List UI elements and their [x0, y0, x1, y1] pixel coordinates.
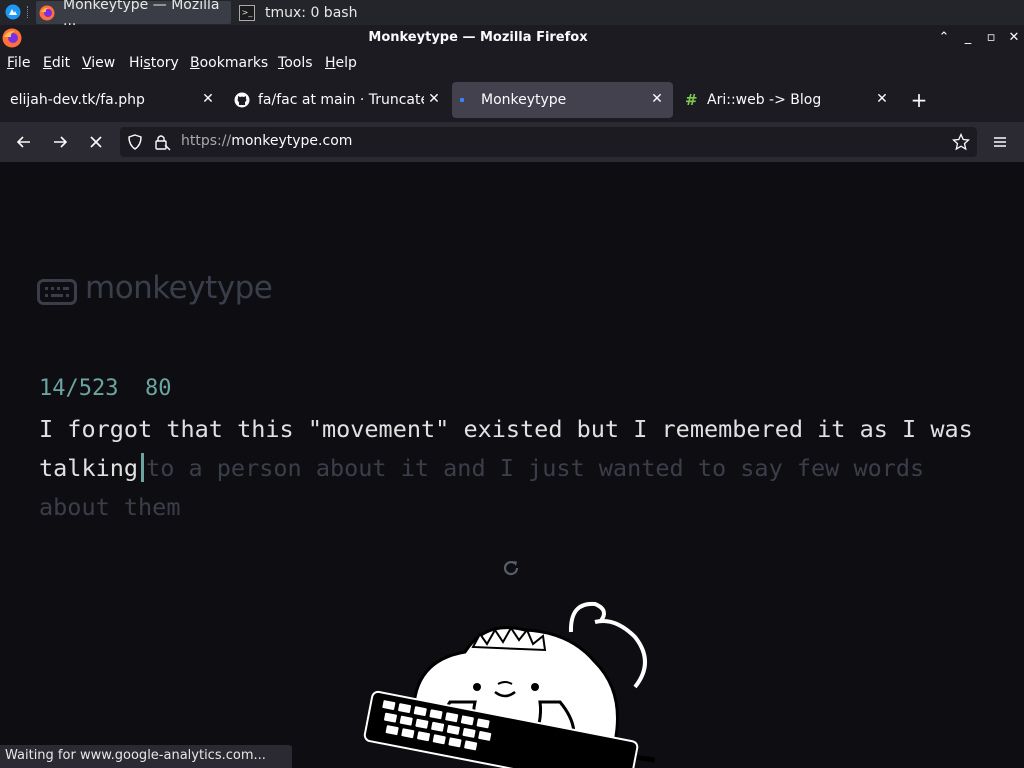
- taskbar-task-firefox[interactable]: Monkeytype — Mozilla ...: [36, 0, 231, 29]
- typed-text: I forgot that this "movement" existed bu…: [39, 415, 973, 443]
- terminal-icon: >_: [239, 4, 255, 21]
- menu-history[interactable]: History: [129, 55, 179, 71]
- status-panel: Waiting for www.google-analytics.com...: [0, 745, 292, 768]
- taskbar-task-label: tmux: 0 bash: [265, 4, 358, 21]
- back-arrow-icon: [16, 136, 30, 148]
- tab-label: fa/fac at main · Truncated: [258, 92, 424, 108]
- tab-close-icon[interactable]: ✕: [200, 91, 216, 107]
- test-stats: 14/523 80: [39, 376, 171, 401]
- url-text[interactable]: https://monkeytype.com: [181, 133, 352, 149]
- new-tab-button[interactable]: +: [907, 88, 931, 112]
- window-title: Monkeytype — Mozilla Firefox: [368, 30, 588, 45]
- site-logo-text[interactable]: monkeytype: [85, 270, 273, 306]
- page-content: monkeytype 14/523 80 I forgot that this …: [0, 162, 1024, 768]
- tab-close-icon[interactable]: ✕: [874, 91, 890, 107]
- firefox-icon: [39, 5, 55, 21]
- tab-monkeytype[interactable]: Monkeytype ✕: [452, 82, 673, 118]
- forward-arrow-icon: [54, 136, 68, 148]
- menu-tools[interactable]: Tools: [278, 55, 313, 71]
- word-progress: 14/523: [39, 376, 119, 401]
- tab-close-icon[interactable]: ✕: [426, 91, 442, 107]
- window-titlebar[interactable]: Monkeytype — Mozilla Firefox ⌃ _ ▫ ✕: [0, 25, 1024, 51]
- stop-icon: [90, 136, 102, 148]
- lock-icon[interactable]: [153, 133, 171, 151]
- taskbar-separator: [27, 6, 30, 18]
- url-bar[interactable]: https://monkeytype.com: [120, 127, 977, 157]
- tab-label: Ari::web -> Blog: [707, 92, 822, 108]
- restart-icon[interactable]: [502, 559, 520, 577]
- live-wpm: 80: [144, 376, 172, 401]
- window-maximize-button[interactable]: ▫: [982, 29, 1000, 47]
- app-menu-button[interactable]: [988, 130, 1012, 154]
- loading-dot-icon: [460, 98, 464, 102]
- tab-close-icon[interactable]: ✕: [649, 91, 665, 107]
- keyboard-logo-icon[interactable]: [37, 279, 77, 305]
- status-text: Waiting for www.google-analytics.com...: [5, 748, 266, 763]
- menu-bar: File Edit View History Bookmarks Tools H…: [0, 51, 1024, 78]
- typing-caret: [141, 453, 145, 482]
- forward-button[interactable]: [48, 130, 72, 154]
- bookmark-star-icon[interactable]: [951, 132, 971, 151]
- typing-words[interactable]: I forgot that this "movement" existed bu…: [39, 410, 999, 527]
- menu-edit[interactable]: Edit: [43, 55, 70, 71]
- menu-file[interactable]: File: [7, 55, 30, 71]
- tab-elijah-dev[interactable]: elijah-dev.tk/fa.php ✕: [0, 82, 224, 118]
- tab-label: elijah-dev.tk/fa.php: [10, 92, 145, 108]
- window-shade-button[interactable]: ⌃: [935, 29, 953, 47]
- hash-icon: #: [685, 91, 698, 109]
- tab-strip: elijah-dev.tk/fa.php ✕ fa/fac at main · …: [0, 78, 1024, 122]
- untyped-text: to a person about it and I just wanted t…: [39, 454, 925, 521]
- shield-icon[interactable]: [127, 134, 143, 150]
- current-word: talking: [39, 454, 139, 482]
- hamburger-menu-icon: [994, 137, 1006, 147]
- taskbar-task-terminal[interactable]: >_ tmux: 0 bash: [236, 1, 434, 24]
- monkey-illustration: [355, 592, 675, 768]
- tab-github[interactable]: fa/fac at main · Truncated ✕: [226, 82, 450, 118]
- stop-button[interactable]: [84, 130, 108, 154]
- app-launcher-icon[interactable]: [5, 4, 21, 20]
- window-minimize-button[interactable]: _: [959, 29, 977, 47]
- back-button[interactable]: [12, 130, 36, 154]
- window-close-button[interactable]: ✕: [1005, 29, 1023, 47]
- menu-help[interactable]: Help: [325, 55, 357, 71]
- system-taskbar: Monkeytype — Mozilla ... >_ tmux: 0 bash: [0, 0, 1024, 29]
- tab-ari-web[interactable]: # Ari::web -> Blog ✕: [675, 82, 898, 118]
- menu-bookmarks[interactable]: Bookmarks: [190, 55, 268, 71]
- tab-label: Monkeytype: [481, 92, 567, 108]
- navigation-toolbar: https://monkeytype.com: [0, 122, 1024, 162]
- menu-view[interactable]: View: [82, 55, 115, 71]
- github-icon: [234, 92, 250, 108]
